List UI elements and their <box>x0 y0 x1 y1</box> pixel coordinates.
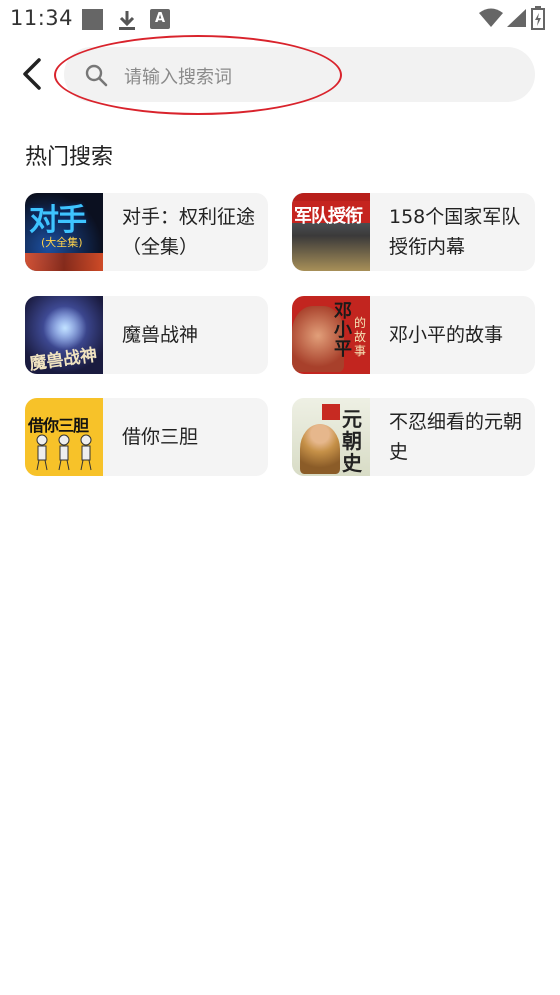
search-icon <box>84 63 108 87</box>
book-cover: 魔兽战神 <box>25 296 103 374</box>
battery-icon <box>531 6 545 30</box>
book-cover: 借你三胆 <box>25 398 103 476</box>
wifi-icon <box>478 8 504 28</box>
hot-search-item[interactable]: 邓小平 的故事 邓小平的故事 <box>292 296 535 374</box>
book-title: 魔兽战神 <box>122 324 199 346</box>
hot-search-item[interactable]: 元朝史 不忍细看的元朝史 <box>292 398 535 476</box>
cover-subtitle: 的故事 <box>354 316 367 358</box>
hot-search-item[interactable]: 魔兽战神 魔兽战神 <box>25 296 268 374</box>
status-bar: 11:34 A <box>0 0 560 38</box>
cover-title: 邓小平 <box>334 301 352 360</box>
cover-subtitle: (大全集) <box>41 236 83 249</box>
cover-title: 对手 <box>29 203 87 238</box>
hot-search-item[interactable]: 对手 (大全集) 对手：权利征途（全集） <box>25 193 268 271</box>
cover-title: 魔兽战神 <box>28 345 99 374</box>
cover-title: 借你三胆 <box>28 416 89 435</box>
cover-title: 军队授衔 <box>294 206 363 227</box>
cover-title: 元朝史 <box>342 407 362 475</box>
book-cover: 元朝史 <box>292 398 370 476</box>
book-cover: 军队授衔 <box>292 193 370 271</box>
search-placeholder: 请输入搜索词 <box>124 67 232 88</box>
back-button[interactable] <box>12 52 52 96</box>
a-letter-icon: A <box>150 9 170 29</box>
hot-search-title: 热门搜索 <box>25 145 114 170</box>
chevron-left-icon <box>23 58 41 90</box>
hot-search-item[interactable]: 军队授衔 158个国家军队授衔内幕 <box>292 193 535 271</box>
book-title: 不忍细看的元朝史 <box>389 411 523 463</box>
book-title: 对手：权利征途（全集） <box>122 206 256 258</box>
hot-search-item[interactable]: 借你三胆 借你三胆 <box>25 398 268 476</box>
download-icon <box>116 9 138 31</box>
book-title: 158个国家军队授衔内幕 <box>389 206 521 258</box>
book-title: 邓小平的故事 <box>389 324 504 346</box>
book-cover: 邓小平 的故事 <box>292 296 370 374</box>
status-time: 11:34 <box>10 6 74 30</box>
book-cover: 对手 (大全集) <box>25 193 103 271</box>
search-input[interactable]: 请输入搜索词 <box>64 47 535 102</box>
book-title: 借你三胆 <box>122 426 199 448</box>
notification-square-icon <box>82 9 103 30</box>
signal-icon <box>505 8 527 28</box>
